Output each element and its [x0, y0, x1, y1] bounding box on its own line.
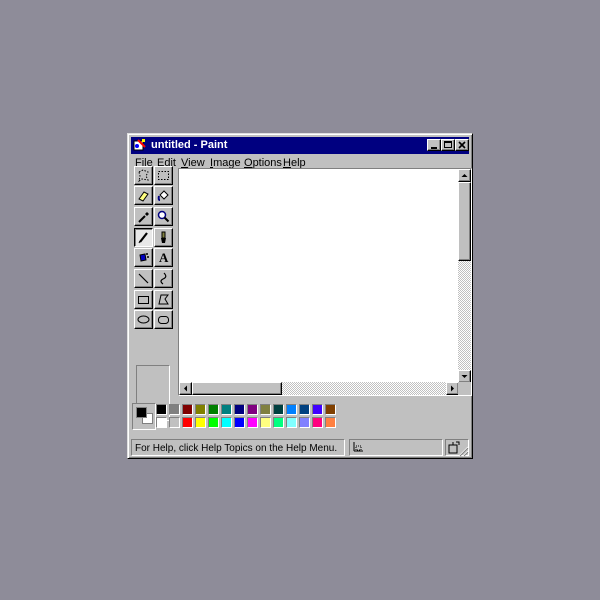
palette-swatch[interactable] [299, 404, 310, 415]
palette-swatch[interactable] [156, 404, 167, 415]
paint-window: untitled - Paint File Edit View Image Op… [127, 133, 473, 459]
palette-swatch[interactable] [247, 404, 258, 415]
color-palette [132, 403, 344, 433]
vertical-scroll-thumb[interactable] [458, 182, 471, 261]
palette-swatch[interactable] [325, 404, 336, 415]
curve-icon [160, 272, 167, 285]
palette-swatch[interactable] [208, 417, 219, 428]
current-colors [132, 403, 156, 430]
pencil-icon [138, 232, 148, 244]
palette-swatch[interactable] [221, 417, 232, 428]
polygon-icon [158, 294, 169, 305]
tool-polygon[interactable] [154, 290, 173, 309]
rounded-rectangle-icon [158, 316, 169, 324]
palette-swatch[interactable] [325, 417, 336, 428]
arrow-right-icon [451, 385, 454, 392]
horizontal-scrollbar[interactable] [179, 382, 459, 395]
free-form-select-icon [138, 169, 149, 183]
palette-swatch[interactable] [273, 417, 284, 428]
status-position-pane [349, 439, 443, 456]
svg-text:A: A [159, 250, 169, 265]
paint-app-icon[interactable] [133, 138, 147, 152]
line-icon [138, 273, 149, 284]
palette-swatch[interactable] [169, 417, 180, 428]
tool-fill[interactable] [154, 186, 173, 205]
text-icon: A [159, 250, 169, 265]
palette-swatch[interactable] [195, 417, 206, 428]
palette-swatch[interactable] [221, 404, 232, 415]
airbrush-icon [139, 253, 149, 262]
palette-swatch[interactable] [169, 404, 180, 415]
status-help-pane: For Help, click Help Topics on the Help … [131, 439, 345, 456]
palette-swatch[interactable] [312, 417, 323, 428]
vertical-scrollbar[interactable] [458, 169, 471, 383]
palette-swatch[interactable] [208, 404, 219, 415]
palette-swatch[interactable] [312, 404, 323, 415]
title-bar[interactable]: untitled - Paint [131, 137, 469, 154]
palette-swatch[interactable] [247, 417, 258, 428]
tool-pick-color[interactable] [134, 207, 153, 226]
tool-eraser[interactable] [134, 186, 153, 205]
palette-swatch[interactable] [234, 404, 245, 415]
tool-free-form-select[interactable] [134, 166, 153, 185]
palette-swatch[interactable] [156, 417, 167, 428]
arrow-left-icon [184, 385, 187, 392]
tool-text[interactable]: A [154, 248, 173, 267]
foreground-color-swatch [136, 407, 147, 418]
minimize-button[interactable] [427, 139, 441, 151]
scroll-left-button[interactable] [179, 382, 192, 395]
tool-line[interactable] [134, 269, 153, 288]
minimize-icon [431, 147, 437, 149]
tool-rectangle[interactable] [134, 290, 153, 309]
palette-swatch[interactable] [182, 404, 193, 415]
tool-ellipse[interactable] [134, 310, 153, 329]
close-icon [458, 141, 466, 149]
magnifier-icon [157, 210, 170, 223]
tool-curve[interactable] [154, 269, 173, 288]
scroll-corner [458, 382, 471, 395]
ellipse-icon [137, 315, 150, 324]
tool-pencil[interactable] [134, 228, 153, 247]
palette-swatch[interactable] [273, 404, 284, 415]
status-bar: For Help, click Help Topics on the Help … [131, 439, 469, 457]
toolbox: A [132, 166, 174, 421]
tool-brush[interactable] [154, 228, 173, 247]
tool-rect-select[interactable] [154, 166, 173, 185]
palette-swatch[interactable] [286, 417, 297, 428]
arrow-up-icon [461, 174, 468, 177]
tool-magnifier[interactable] [154, 207, 173, 226]
scroll-up-button[interactable] [458, 169, 471, 182]
maximize-button[interactable] [441, 139, 455, 151]
eraser-icon [138, 191, 149, 202]
maximize-icon [444, 141, 452, 148]
palette-swatch[interactable] [182, 417, 193, 428]
palette-swatch[interactable] [234, 417, 245, 428]
eyedropper-icon [138, 212, 149, 223]
arrow-down-icon [461, 375, 468, 378]
status-help-text: For Help, click Help Topics on the Help … [135, 443, 338, 454]
resize-grip-icon[interactable] [457, 445, 469, 457]
tool-rounded-rectangle[interactable] [154, 310, 173, 329]
close-button[interactable] [455, 139, 469, 151]
drawing-canvas[interactable] [179, 169, 457, 381]
palette-swatch[interactable] [195, 404, 206, 415]
rectangle-icon [138, 296, 149, 304]
fill-bucket-icon [157, 190, 169, 201]
canvas-area [178, 168, 472, 396]
tool-airbrush[interactable] [134, 248, 153, 267]
palette-swatch[interactable] [286, 404, 297, 415]
rect-select-icon [158, 171, 169, 180]
palette-swatch[interactable] [260, 417, 271, 428]
window-title: untitled - Paint [151, 139, 228, 151]
palette-swatch[interactable] [299, 417, 310, 428]
horizontal-scroll-thumb[interactable] [192, 382, 282, 395]
palette-swatch[interactable] [260, 404, 271, 415]
cursor-position-icon [353, 442, 363, 452]
brush-icon [161, 231, 166, 243]
